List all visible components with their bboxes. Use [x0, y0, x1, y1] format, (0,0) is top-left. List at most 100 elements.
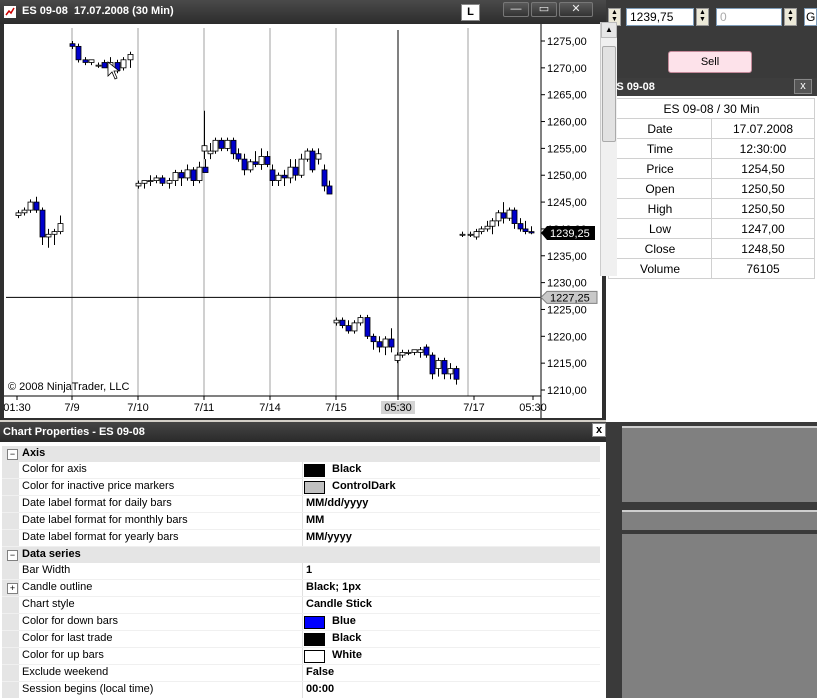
candle-body[interactable]: [484, 225, 491, 230]
candle-body[interactable]: [441, 360, 448, 375]
property-value[interactable]: Black; 1px: [306, 581, 361, 593]
data-box-close-button[interactable]: x: [794, 79, 812, 94]
candle-body[interactable]: [135, 182, 142, 187]
property-grid[interactable]: − Axis Color for axis Black Color for inacti…: [2, 446, 600, 698]
color-swatch[interactable]: [304, 464, 325, 477]
candle-body[interactable]: [304, 150, 311, 160]
candle-body[interactable]: [478, 228, 485, 233]
property-value[interactable]: 00:00: [306, 683, 334, 695]
candle-body[interactable]: [21, 209, 28, 214]
candle-body[interactable]: [120, 59, 127, 69]
candle-body[interactable]: [178, 172, 185, 179]
quantity-spinner[interactable]: ▲ ▼: [784, 8, 797, 26]
candle-body[interactable]: [196, 166, 203, 182]
candle-body[interactable]: [212, 139, 219, 152]
candle-body[interactable]: [429, 354, 436, 375]
properties-titlebar[interactable]: Chart Properties - ES 09-08: [0, 422, 606, 442]
candle-body[interactable]: [298, 158, 305, 176]
candle-body[interactable]: [517, 223, 524, 230]
lock-button[interactable]: L: [461, 4, 480, 21]
candle-body[interactable]: [247, 161, 254, 171]
candle-body[interactable]: [435, 360, 442, 369]
candle-body[interactable]: [394, 354, 401, 361]
properties-close-button[interactable]: x: [592, 423, 606, 437]
candle-body[interactable]: [528, 231, 535, 234]
property-row[interactable]: Date label format for yearly bars MM/yyyy: [2, 530, 600, 547]
sell-button[interactable]: Sell: [668, 51, 752, 73]
scroll-up-arrow-icon[interactable]: ▲: [601, 22, 617, 38]
property-row[interactable]: Exclude weekend False: [2, 665, 600, 682]
property-grid-scrollbar[interactable]: ▲: [600, 22, 617, 276]
candle-body[interactable]: [269, 169, 276, 182]
candle-body[interactable]: [287, 166, 294, 179]
scroll-thumb[interactable]: [602, 46, 616, 142]
price-input[interactable]: 1239,75: [626, 8, 694, 26]
candle-body[interactable]: [159, 177, 166, 184]
price-spinner-right[interactable]: ▲ ▼: [696, 8, 709, 26]
candle-body[interactable]: [264, 156, 271, 165]
property-value[interactable]: White: [332, 649, 362, 661]
property-value[interactable]: Candle Stick: [306, 598, 372, 610]
candle-body[interactable]: [230, 139, 237, 155]
candle-body[interactable]: [489, 220, 496, 227]
candle-body[interactable]: [423, 346, 430, 356]
property-row[interactable]: Color for up bars White: [2, 648, 600, 665]
candle-body[interactable]: [69, 43, 76, 47]
property-row[interactable]: Date label format for daily bars MM/dd/yy…: [2, 496, 600, 513]
candle-body[interactable]: [166, 180, 173, 184]
property-row[interactable]: Session begins (local time) 00:00: [2, 682, 600, 698]
candle-body[interactable]: [506, 209, 513, 219]
candle-body[interactable]: [45, 233, 52, 238]
candlestick-chart[interactable]: 1275,00 1270,00 1265,00 1260,00 1255,00 1250,…: [4, 24, 602, 418]
property-row[interactable]: Color for down bars Blue: [2, 614, 600, 631]
property-value[interactable]: Black: [332, 632, 361, 644]
candle-body[interactable]: [495, 212, 502, 222]
candle-body[interactable]: [351, 322, 358, 332]
candle-body[interactable]: [15, 212, 22, 216]
candle-body[interactable]: [500, 212, 507, 219]
candle-body[interactable]: [309, 150, 316, 171]
candle-body[interactable]: [357, 317, 364, 324]
candle-body[interactable]: [388, 338, 395, 348]
color-swatch[interactable]: [304, 616, 325, 629]
candle-body[interactable]: [473, 231, 480, 238]
color-swatch[interactable]: [304, 633, 325, 646]
candle-body[interactable]: [224, 139, 231, 149]
property-value[interactable]: MM/dd/yyyy: [306, 497, 368, 509]
collapse-icon[interactable]: −: [7, 449, 18, 460]
candle-body[interactable]: [467, 233, 474, 236]
candle-body[interactable]: [57, 223, 64, 233]
candle-body[interactable]: [51, 231, 58, 235]
candle-body[interactable]: [292, 166, 299, 176]
candle-body[interactable]: [258, 156, 265, 165]
quantity-input[interactable]: 0: [716, 8, 782, 26]
candle-body[interactable]: [345, 325, 352, 332]
candle-body[interactable]: [376, 341, 383, 348]
property-row[interactable]: Color for axis Black: [2, 462, 600, 479]
candle-body[interactable]: [511, 209, 518, 224]
property-row[interactable]: Color for last trade Black: [2, 631, 600, 648]
candle-body[interactable]: [333, 319, 340, 324]
candle-body[interactable]: [382, 338, 389, 348]
property-row[interactable]: Color for inactive price markers ControlD…: [2, 479, 600, 496]
candle-body[interactable]: [370, 335, 377, 343]
candle-body[interactable]: [201, 145, 208, 152]
property-value[interactable]: ControlDark: [332, 480, 396, 492]
candle-body[interactable]: [218, 139, 225, 149]
property-value[interactable]: Black: [332, 463, 361, 475]
candle-body[interactable]: [321, 169, 328, 187]
candle-body[interactable]: [399, 352, 406, 356]
candle-body[interactable]: [190, 169, 197, 182]
data-box-titlebar[interactable]: ES 09-08 x: [606, 78, 817, 96]
property-value[interactable]: MM/yyyy: [306, 531, 352, 543]
candle-body[interactable]: [315, 153, 322, 160]
candle-body[interactable]: [184, 169, 191, 179]
candle-body[interactable]: [127, 54, 134, 61]
property-row[interactable]: Bar Width 1: [2, 563, 600, 580]
expand-icon[interactable]: +: [7, 583, 18, 594]
account-select[interactable]: G: [804, 8, 817, 26]
candle-body[interactable]: [459, 233, 466, 236]
collapse-icon[interactable]: −: [7, 550, 18, 561]
candle-body[interactable]: [82, 59, 89, 63]
candle-body[interactable]: [101, 62, 108, 69]
